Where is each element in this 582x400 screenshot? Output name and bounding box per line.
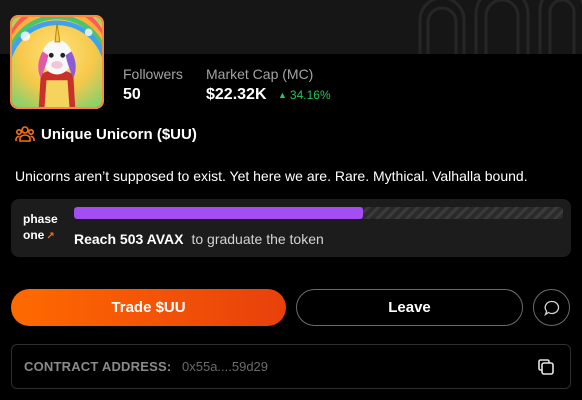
phase-label-line2: one (23, 228, 45, 242)
chat-bubble-icon (543, 300, 559, 316)
progress-bar (74, 207, 563, 219)
triangle-up-icon: ▲ (278, 90, 287, 100)
banner-decoration (418, 0, 582, 54)
token-name: Unique Unicorn ($UU) (41, 125, 197, 143)
followers-label: Followers (123, 66, 183, 82)
copy-icon[interactable] (536, 357, 556, 377)
contract-address-box: CONTRACT ADDRESS: 0x55a....59d29 (11, 344, 571, 389)
users-group-icon (15, 126, 35, 142)
token-avatar (10, 15, 104, 109)
external-link-icon: ↗ (46, 231, 55, 242)
phase-label-line1: phase (23, 212, 58, 226)
phase-card: phase one ↗ Reach 503 AVAX to graduate the… (11, 199, 571, 257)
market-cap-change: ▲ 34.16% (278, 88, 331, 102)
token-description: Unicorns aren’t supposed to exist. Yet h… (15, 168, 528, 184)
market-cap-value: $22.32K (206, 86, 267, 103)
leave-button[interactable]: Leave (296, 289, 523, 326)
unicorn-avatar-image (12, 17, 102, 107)
goal-text: to graduate the token (191, 231, 324, 247)
contract-address-value: 0x55a....59d29 (182, 359, 269, 374)
goal-amount: Reach 503 AVAX (74, 231, 184, 247)
phase-link[interactable]: phase one ↗ (23, 211, 58, 245)
trade-button[interactable]: Trade $UU (11, 289, 286, 326)
progress-fill (74, 207, 363, 219)
chat-button[interactable] (533, 289, 570, 326)
market-cap-change-value: 34.16% (289, 88, 331, 102)
graduation-goal: Reach 503 AVAX to graduate the token (74, 231, 324, 247)
market-cap-label: Market Cap (MC) (206, 66, 314, 82)
followers-value: 50 (123, 86, 141, 103)
contract-address-label: CONTRACT ADDRESS: (24, 359, 172, 374)
token-title: Unique Unicorn ($UU) (15, 124, 197, 144)
